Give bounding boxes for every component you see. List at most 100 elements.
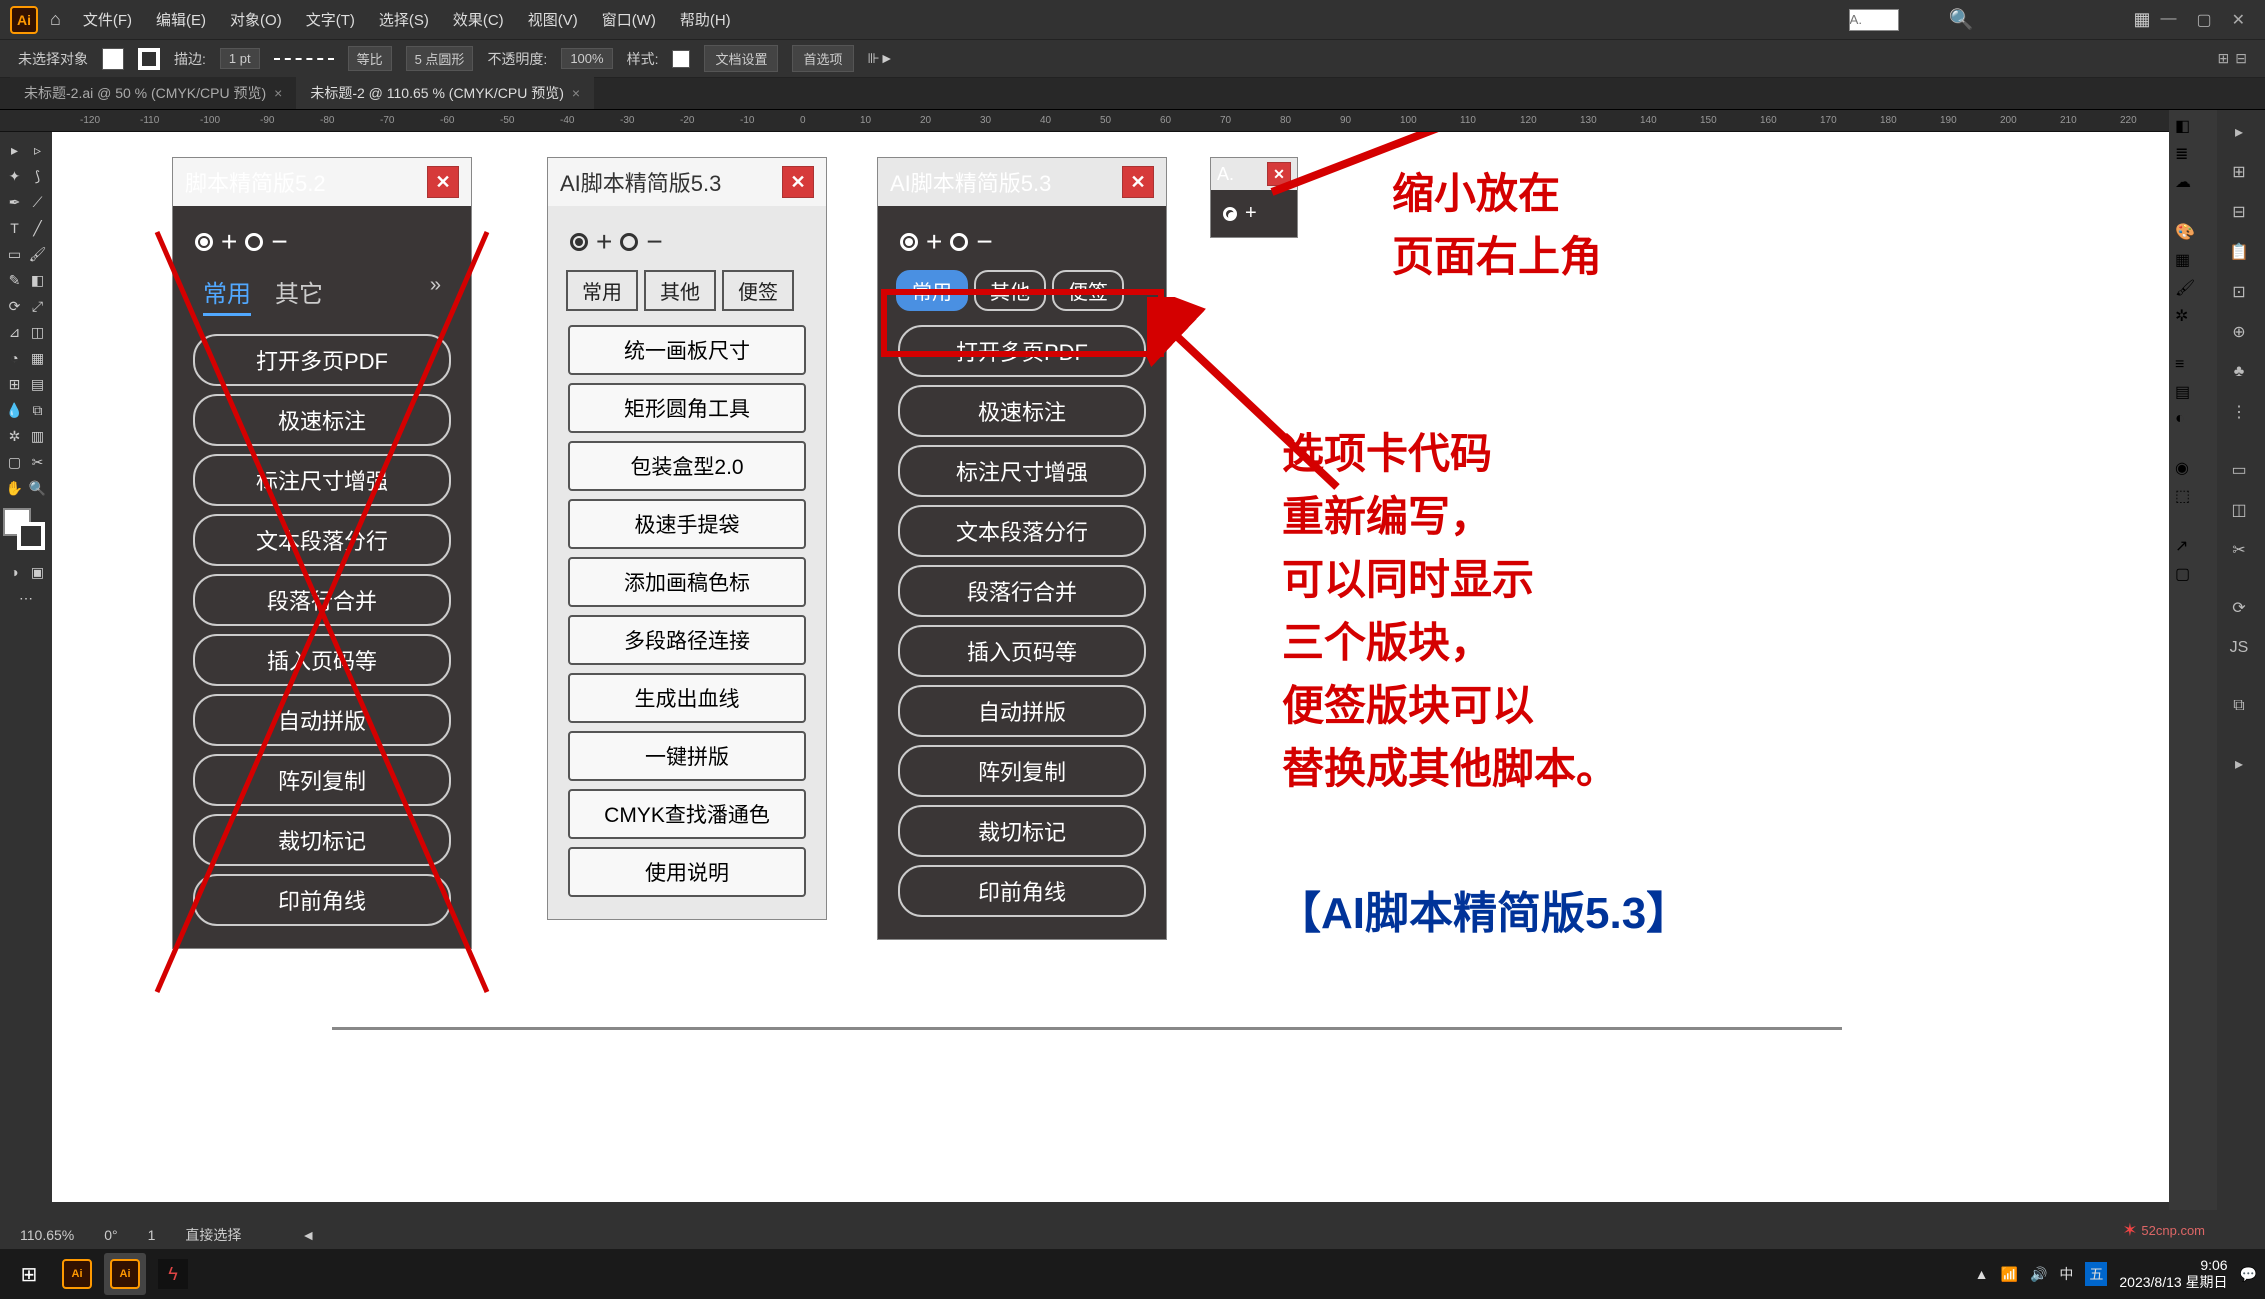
fill-stroke-control[interactable] [3, 508, 47, 552]
tab-notes[interactable]: 便签 [722, 270, 794, 311]
layers-icon[interactable]: ≣ [2175, 144, 2211, 164]
radio-expand[interactable] [900, 233, 918, 251]
paintbrush-tool[interactable]: 🖌 [27, 243, 48, 265]
btn-one-click-impose[interactable]: 一键拼版 [568, 731, 806, 781]
gradient-panel-icon[interactable]: ▤ [2175, 382, 2211, 402]
radio-expand[interactable] [1223, 207, 1237, 221]
radio-expand[interactable] [195, 233, 213, 251]
stroke-swatch[interactable] [138, 48, 160, 70]
tab-common[interactable]: 常用 [203, 274, 251, 316]
line-tool[interactable]: ╱ [27, 217, 48, 239]
btn-text-split[interactable]: 文本段落分行 [898, 505, 1146, 557]
graphic-styles-icon[interactable]: ⬚ [2175, 486, 2211, 506]
search-icon[interactable]: 🔍 [1949, 7, 1974, 32]
btn-box-type[interactable]: 包装盒型2.0 [568, 441, 806, 491]
zoom-level[interactable]: 110.65% [20, 1227, 74, 1243]
width-tool[interactable]: ⊿ [4, 321, 25, 343]
curvature-tool[interactable]: ⟋ [27, 191, 48, 213]
shape-builder-tool[interactable]: ◔ [4, 347, 25, 369]
panel-collapse-icon[interactable]: ⊟ [2235, 50, 2247, 67]
minimize-icon[interactable]: — [2160, 10, 2176, 30]
doc-setup-button[interactable]: 文档设置 [704, 45, 778, 72]
graph-tool[interactable]: ▥ [27, 425, 48, 447]
btn-quick-bag[interactable]: 极速手提袋 [568, 499, 806, 549]
menu-object[interactable]: 对象(O) [220, 5, 292, 34]
menu-help[interactable]: 帮助(H) [670, 5, 741, 34]
rectangle-tool[interactable]: ▭ [4, 243, 25, 265]
maximize-icon[interactable]: ▢ [2196, 10, 2211, 30]
radio-collapse[interactable] [245, 233, 263, 251]
panel-toggle-icon[interactable]: ⊞ [2218, 50, 2230, 67]
artboard-canvas[interactable]: 脚本精简版5.2 ✕ + − 常用 其它 » 打开多页PDF 极速标注 标注尺寸… [52, 132, 2265, 1202]
panel-icon[interactable]: ⋮ [2223, 396, 2255, 428]
brush-select[interactable]: 5 点圆形 [406, 46, 474, 71]
menu-select[interactable]: 选择(S) [369, 5, 439, 34]
tab-common[interactable]: 常用 [566, 270, 638, 311]
radio-collapse[interactable] [950, 233, 968, 251]
rotate-value[interactable]: 0° [104, 1227, 117, 1243]
screen-mode-icon[interactable]: ▣ [27, 561, 48, 583]
scroll-left-icon[interactable]: ◄ [301, 1227, 315, 1243]
gradient-tool[interactable]: ▤ [27, 373, 48, 395]
btn-para-merge[interactable]: 段落行合并 [898, 565, 1146, 617]
tray-ime-2[interactable]: 五 [2085, 1262, 2107, 1286]
start-button[interactable]: ⊞ [8, 1253, 50, 1295]
btn-multi-path-join[interactable]: 多段路径连接 [568, 615, 806, 665]
appearance-icon[interactable]: ◉ [2175, 458, 2211, 478]
magic-wand-tool[interactable]: ✦ [4, 165, 25, 187]
btn-array-copy[interactable]: 阵列复制 [193, 754, 451, 806]
edit-toolbar-icon[interactable]: ⋯ [4, 587, 48, 609]
properties-icon[interactable]: ◧ [2175, 116, 2211, 136]
btn-open-pdf[interactable]: 打开多页PDF [193, 334, 451, 386]
btn-auto-impose[interactable]: 自动拼版 [898, 685, 1146, 737]
close-icon[interactable]: ✕ [2232, 10, 2245, 30]
panel-icon[interactable]: 📋 [2223, 236, 2255, 268]
btn-quick-annotate[interactable]: 极速标注 [898, 385, 1146, 437]
notification-icon[interactable]: 💬 [2240, 1266, 2257, 1283]
mesh-tool[interactable]: ⊞ [4, 373, 25, 395]
taskbar-ai-1[interactable]: Ai [56, 1253, 98, 1295]
chevron-right-icon[interactable]: » [430, 274, 441, 316]
type-tool[interactable]: T [4, 217, 25, 239]
btn-quick-annotate[interactable]: 极速标注 [193, 394, 451, 446]
eyedropper-tool[interactable]: 💧 [4, 399, 25, 421]
arrange-docs-icon[interactable]: ▦ [2133, 9, 2150, 30]
stroke-weight-select[interactable]: 1 pt [220, 48, 260, 69]
tab-close-icon[interactable]: × [274, 85, 282, 101]
menu-view[interactable]: 视图(V) [518, 5, 588, 34]
fill-swatch[interactable] [102, 48, 124, 70]
taskbar-clock[interactable]: 9:06 2023/8/13 星期日 [2119, 1257, 2227, 1291]
panel-icon[interactable]: ⊡ [2223, 276, 2255, 308]
menu-edit[interactable]: 编辑(E) [146, 5, 216, 34]
panel-icon[interactable]: ▸ [2223, 116, 2255, 148]
scale-tool[interactable]: ⤢ [27, 295, 48, 317]
btn-manual[interactable]: 使用说明 [568, 847, 806, 897]
align-icon[interactable]: ⊪► [868, 50, 894, 67]
menu-file[interactable]: 文件(F) [73, 5, 142, 34]
panel-icon[interactable]: ♣ [2223, 356, 2255, 388]
color-icon[interactable]: 🎨 [2175, 222, 2211, 242]
menu-effect[interactable]: 效果(C) [443, 5, 514, 34]
blend-tool[interactable]: ⧉ [27, 399, 48, 421]
btn-corner-lines[interactable]: 印前角线 [193, 874, 451, 926]
home-icon[interactable]: ⌂ [50, 9, 61, 30]
btn-array-copy[interactable]: 阵列复制 [898, 745, 1146, 797]
btn-cmyk-pantone[interactable]: CMYK查找潘通色 [568, 789, 806, 839]
close-button[interactable]: ✕ [427, 166, 459, 198]
perspective-tool[interactable]: ▦ [27, 347, 48, 369]
symbol-sprayer-tool[interactable]: ✲ [4, 425, 25, 447]
tab-other[interactable]: 其它 [275, 274, 323, 316]
btn-rect-corner[interactable]: 矩形圆角工具 [568, 383, 806, 433]
radio-expand[interactable] [570, 233, 588, 251]
panel-icon[interactable]: ▸ [2223, 748, 2255, 780]
btn-corner-lines[interactable]: 印前角线 [898, 865, 1146, 917]
opacity-select[interactable]: 100% [561, 48, 612, 69]
panel-icon[interactable]: ▭ [2223, 454, 2255, 486]
btn-para-merge[interactable]: 段落行合并 [193, 574, 451, 626]
direct-selection-tool[interactable]: ▹ [27, 139, 48, 161]
selection-tool[interactable]: ▸ [4, 139, 25, 161]
panel-icon[interactable]: ⟳ [2223, 592, 2255, 624]
close-button[interactable]: ✕ [782, 166, 814, 198]
menu-window[interactable]: 窗口(W) [592, 5, 666, 34]
panel-icon[interactable]: ⊟ [2223, 196, 2255, 228]
